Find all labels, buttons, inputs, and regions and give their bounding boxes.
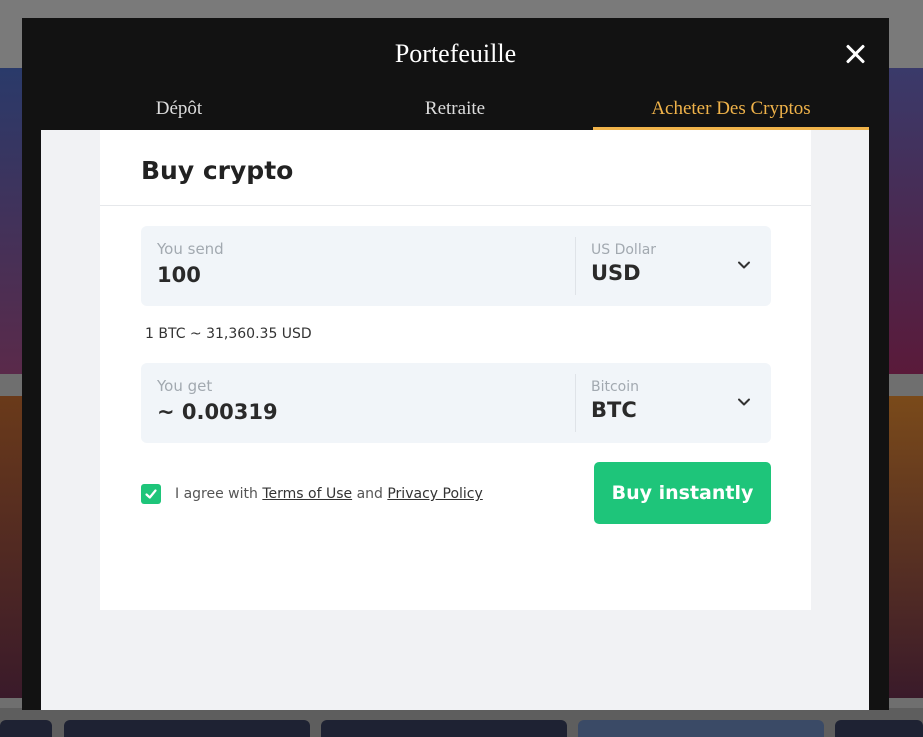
background-game-tile bbox=[64, 720, 310, 737]
background-game-tile bbox=[578, 720, 824, 737]
chevron-down-icon[interactable] bbox=[737, 258, 751, 272]
send-amount-input[interactable]: 100 bbox=[157, 263, 224, 287]
privacy-policy-link[interactable]: Privacy Policy bbox=[387, 486, 482, 502]
background-game-tile bbox=[835, 720, 923, 737]
agreement-text: I agree with Terms of Use and Privacy Po… bbox=[175, 486, 483, 502]
send-label: You send bbox=[157, 240, 224, 258]
send-currency-code: USD bbox=[591, 261, 641, 285]
close-icon[interactable] bbox=[841, 40, 869, 68]
tab-deposit[interactable]: Dépôt bbox=[41, 90, 317, 130]
field-divider bbox=[575, 374, 576, 432]
chevron-down-icon[interactable] bbox=[737, 395, 751, 409]
receive-amount-field: You get ~ 0.00319 Bitcoin BTC bbox=[141, 363, 771, 443]
receive-currency-select[interactable]: Bitcoin BTC bbox=[591, 379, 639, 422]
background-game-tile bbox=[0, 68, 22, 374]
agree-checkbox[interactable] bbox=[141, 484, 161, 504]
background-game-tile bbox=[888, 68, 923, 374]
agreement-and: and bbox=[356, 486, 383, 502]
send-amount-group: You send 100 bbox=[157, 240, 224, 287]
tab-withdraw[interactable]: Retraite bbox=[317, 90, 593, 130]
background-game-tile bbox=[321, 720, 567, 737]
receive-amount-value[interactable]: ~ 0.00319 bbox=[157, 400, 278, 424]
tab-panel: Buy crypto You send 100 US Dollar USD 1 … bbox=[41, 130, 869, 710]
buy-crypto-widget: Buy crypto You send 100 US Dollar USD 1 … bbox=[100, 130, 811, 610]
receive-label: You get bbox=[157, 377, 213, 395]
agreement-row: I agree with Terms of Use and Privacy Po… bbox=[141, 482, 483, 506]
agreement-prefix: I agree with bbox=[175, 486, 258, 502]
widget-header: Buy crypto bbox=[100, 130, 811, 206]
exchange-rate: 1 BTC ~ 31,360.35 USD bbox=[145, 326, 312, 342]
modal-title: Portefeuille bbox=[394, 39, 517, 68]
checkmark-icon bbox=[145, 489, 157, 499]
wallet-tabs: Dépôt Retraite Acheter Des Cryptos bbox=[41, 90, 869, 130]
background-game-tile bbox=[0, 720, 52, 737]
send-currency-select[interactable]: US Dollar USD bbox=[591, 242, 656, 285]
send-currency-name: US Dollar bbox=[591, 242, 657, 258]
receive-currency-name: Bitcoin bbox=[591, 379, 640, 395]
wallet-modal: Portefeuille Dépôt Retraite Acheter Des … bbox=[22, 18, 889, 710]
tab-buy-crypto[interactable]: Acheter Des Cryptos bbox=[593, 90, 869, 130]
widget-title: Buy crypto bbox=[141, 156, 294, 185]
background-game-tile bbox=[888, 396, 923, 698]
buy-instantly-button[interactable]: Buy instantly bbox=[594, 462, 771, 524]
terms-of-use-link[interactable]: Terms of Use bbox=[262, 486, 352, 502]
send-amount-field: You send 100 US Dollar USD bbox=[141, 226, 771, 306]
field-divider bbox=[575, 237, 576, 295]
receive-amount-group: You get ~ 0.00319 bbox=[157, 377, 278, 424]
receive-currency-code: BTC bbox=[591, 398, 637, 422]
background-game-tile bbox=[0, 396, 22, 698]
